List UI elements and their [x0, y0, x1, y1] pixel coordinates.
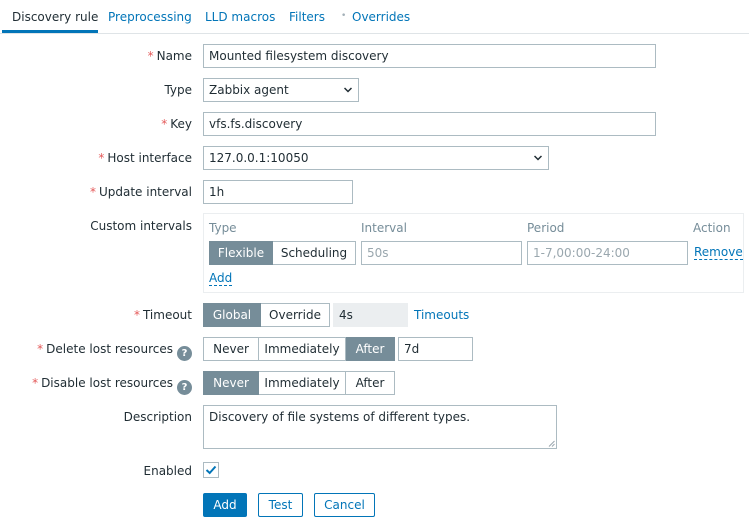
- type-label: Type: [164, 83, 192, 97]
- required-marker: *: [98, 151, 105, 165]
- resize-handle-icon[interactable]: [548, 440, 555, 447]
- column-header-type: Type: [209, 221, 237, 235]
- required-marker: *: [89, 185, 96, 199]
- description-textarea[interactable]: Discovery of file systems of different t…: [203, 405, 557, 449]
- enabled-label-text: Enabled: [143, 464, 193, 478]
- required-marker: *: [147, 49, 154, 63]
- disable-lost-resources-label: * Disable lost resources?: [32, 376, 192, 395]
- name-label-text: Name: [156, 49, 192, 63]
- tab-discovery-rule[interactable]: Discovery rule: [12, 10, 98, 24]
- chevron-down-icon: [534, 155, 542, 161]
- enabled-label: Enabled: [144, 464, 193, 478]
- timeout-label-text: Timeout: [142, 308, 192, 322]
- key-input[interactable]: vfs.fs.discovery: [203, 112, 656, 136]
- key-label-text: Key: [170, 117, 192, 131]
- help-icon[interactable]: ?: [177, 346, 192, 361]
- tab-separator: •: [341, 11, 347, 21]
- description-label: Description: [124, 410, 192, 424]
- tab-lld-macros[interactable]: LLD macros: [205, 10, 275, 24]
- column-header-period: Period: [527, 221, 565, 235]
- host-interface-label: * Host interface: [98, 151, 192, 165]
- timeouts-link[interactable]: Timeouts: [414, 308, 469, 322]
- column-header-action: Action: [693, 221, 731, 235]
- key-label: * Key: [161, 117, 192, 131]
- update-interval-label: * Update interval: [90, 185, 192, 199]
- timeout-label: * Timeout: [134, 308, 192, 322]
- custom-intervals-label-text: Custom intervals: [90, 219, 192, 233]
- add-interval-link[interactable]: Add: [209, 272, 233, 286]
- delete-lost-toggle: Never Immediately After: [203, 337, 395, 361]
- tab-preprocessing[interactable]: Preprocessing: [108, 10, 192, 24]
- active-tab-indicator: [2, 30, 98, 33]
- description-label-text: Description: [123, 410, 192, 424]
- custom-period-input[interactable]: 1-7,00:00-24:00: [527, 241, 688, 265]
- name-input[interactable]: Mounted filesystem discovery: [203, 44, 656, 68]
- delete-immediately-option[interactable]: Immediately: [259, 337, 346, 361]
- host-interface-label-text: Host interface: [107, 151, 192, 165]
- required-marker: *: [161, 117, 168, 131]
- required-marker: *: [133, 308, 140, 322]
- check-icon: [205, 465, 217, 475]
- update-interval-input[interactable]: 1h: [203, 180, 353, 204]
- host-interface-select[interactable]: 127.0.0.1:10050: [203, 146, 549, 170]
- required-marker: *: [32, 376, 39, 390]
- type-select-value: Zabbix agent: [209, 83, 289, 97]
- delete-lost-resources-label: * Delete lost resources?: [37, 342, 192, 361]
- update-interval-label-text: Update interval: [98, 185, 192, 199]
- custom-interval-input[interactable]: 50s: [361, 241, 522, 265]
- type-select[interactable]: Zabbix agent: [203, 78, 359, 102]
- scheduling-option[interactable]: Scheduling: [273, 241, 356, 265]
- custom-intervals-label: Custom intervals: [90, 219, 192, 233]
- enabled-checkbox[interactable]: [203, 462, 219, 478]
- help-icon[interactable]: ?: [177, 380, 192, 395]
- delete-lost-resources-label-text: Delete lost resources: [46, 342, 173, 356]
- flexible-option[interactable]: Flexible: [209, 241, 273, 265]
- disable-after-option[interactable]: After: [346, 371, 395, 395]
- column-header-interval: Interval: [361, 221, 407, 235]
- disable-immediately-option[interactable]: Immediately: [259, 371, 346, 395]
- cancel-button[interactable]: Cancel: [314, 493, 375, 517]
- tab-filters[interactable]: Filters: [289, 10, 325, 24]
- tab-bar: Discovery rule Preprocessing LLD macros …: [0, 0, 749, 34]
- remove-interval-link[interactable]: Remove: [694, 246, 743, 260]
- interval-type-toggle: Flexible Scheduling: [209, 241, 356, 265]
- tab-overrides[interactable]: Overrides: [352, 10, 410, 24]
- delete-after-option[interactable]: After: [346, 337, 395, 361]
- required-marker: *: [37, 342, 44, 356]
- timeout-input: 4s: [333, 303, 408, 327]
- delete-after-input[interactable]: 7d: [398, 337, 473, 361]
- type-label-text: Type: [164, 83, 192, 97]
- disable-lost-toggle: Never Immediately After: [203, 371, 395, 395]
- description-text: Discovery of file systems of different t…: [209, 410, 471, 424]
- delete-never-option[interactable]: Never: [203, 337, 259, 361]
- disable-never-option[interactable]: Never: [203, 371, 259, 395]
- test-button[interactable]: Test: [258, 493, 303, 517]
- timeout-override-option[interactable]: Override: [261, 303, 330, 327]
- chevron-down-icon: [344, 87, 352, 93]
- name-label: * Name: [148, 49, 192, 63]
- add-button[interactable]: Add: [203, 493, 247, 517]
- host-interface-value: 127.0.0.1:10050: [209, 151, 309, 165]
- disable-lost-resources-label-text: Disable lost resources: [41, 376, 173, 390]
- timeout-global-option[interactable]: Global: [203, 303, 261, 327]
- timeout-mode-toggle: Global Override: [203, 303, 330, 327]
